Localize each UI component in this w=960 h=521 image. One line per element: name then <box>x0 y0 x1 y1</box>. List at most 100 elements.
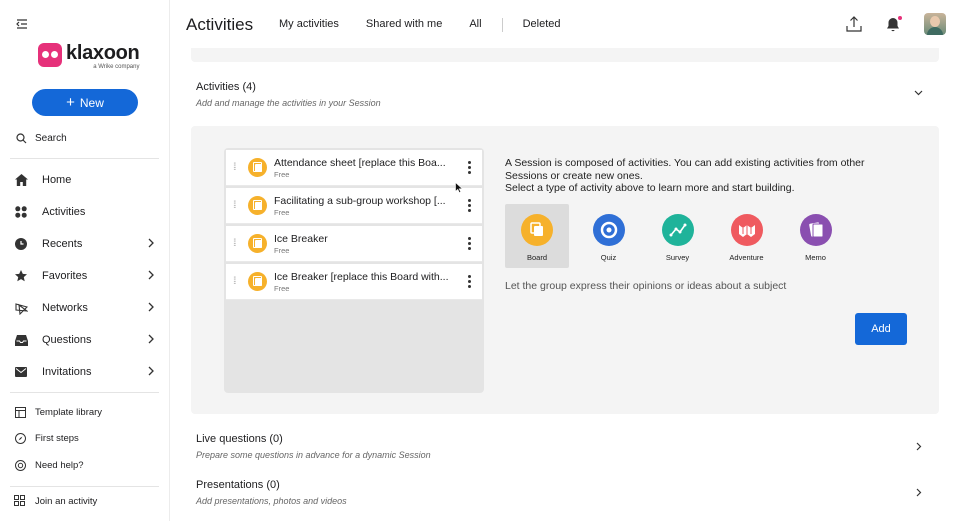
quiz-icon <box>592 214 625 246</box>
sidebar-divider <box>10 158 159 159</box>
activity-type-picker: Board Quiz Survey Adventure Memo <box>505 204 850 268</box>
section-title: Live questions (0) <box>196 433 431 445</box>
activities-panel: ⁞⁞ Attendance sheet [replace this Boa...… <box>191 126 939 414</box>
grid-icon <box>14 495 27 508</box>
sidebar-item-label: Invitations <box>42 366 92 378</box>
sidebar-divider <box>10 392 159 393</box>
board-icon <box>521 214 553 246</box>
search-label: Search <box>35 133 67 144</box>
more-options-icon[interactable] <box>460 199 478 212</box>
star-icon <box>14 269 28 283</box>
live-questions-count: (0) <box>269 433 283 445</box>
live-questions-section-header[interactable]: Live questions (0) Prepare some question… <box>196 433 431 460</box>
activity-plan: Free <box>274 245 290 255</box>
presentations-title: Presentations <box>196 479 264 491</box>
collapse-sidebar-icon[interactable] <box>15 17 29 31</box>
previous-section-bottom <box>191 48 939 62</box>
type-survey[interactable]: Survey <box>643 204 712 268</box>
logo-tagline: a Wrike company <box>93 64 140 70</box>
tab-shared-with-me[interactable]: Shared with me <box>366 18 442 32</box>
compass-icon <box>14 432 27 445</box>
presentations-section-header[interactable]: Presentations (0) Add presentations, pho… <box>196 479 347 506</box>
tab-deleted[interactable]: Deleted <box>523 18 561 32</box>
notifications-button[interactable] <box>886 15 902 32</box>
join-activity-label: Join an activity <box>35 496 98 507</box>
sidebar-item-home[interactable]: Home <box>14 164 160 196</box>
activities-section-header[interactable]: Activities (4) Add and manage the activi… <box>196 81 381 108</box>
tabs: My activities Shared with me All Deleted <box>279 18 588 32</box>
tab-separator <box>501 18 503 32</box>
search[interactable]: Search <box>16 133 67 144</box>
type-label: Board <box>526 253 547 262</box>
chevron-down-icon[interactable] <box>914 90 923 96</box>
board-icon <box>248 158 267 177</box>
top-bar: Activities My activities Shared with me … <box>170 0 960 48</box>
drag-handle-icon[interactable]: ⁞⁞ <box>233 238 243 249</box>
join-activity-link[interactable]: Join an activity <box>14 495 97 508</box>
grid-icon <box>14 205 28 219</box>
template-icon <box>14 406 27 419</box>
survey-icon <box>661 214 694 246</box>
sidebar-secondary-nav: Template library First steps Need help? <box>14 399 160 479</box>
list-item[interactable]: ⁞⁞ Ice Breaker Free <box>226 226 482 262</box>
adventure-icon <box>730 214 763 246</box>
type-label: Memo <box>805 253 826 262</box>
type-board[interactable]: Board <box>505 204 569 268</box>
network-icon <box>14 301 28 315</box>
type-adventure[interactable]: Adventure <box>712 204 781 268</box>
sidebar-item-label: Recents <box>42 238 83 250</box>
more-options-icon[interactable] <box>460 237 478 250</box>
live-questions-subtitle: Prepare some questions in advance for a … <box>196 450 431 460</box>
sidebar-item-activities[interactable]: Activities <box>14 196 160 228</box>
description-line: Select a type of activity above to learn… <box>505 182 795 194</box>
page-title: Activities <box>186 15 254 34</box>
chevron-right-icon[interactable] <box>916 488 922 497</box>
more-options-icon[interactable] <box>460 161 478 174</box>
sidebar-item-label: Networks <box>42 302 88 314</box>
type-description: Let the group express their opinions or … <box>505 280 787 292</box>
list-item[interactable]: ⁞⁞ Attendance sheet [replace this Boa...… <box>226 150 482 186</box>
sidebar-item-first-steps[interactable]: First steps <box>14 426 160 453</box>
type-memo[interactable]: Memo <box>781 204 850 268</box>
board-icon <box>248 196 267 215</box>
sidebar-item-invitations[interactable]: Invitations <box>14 356 160 388</box>
mail-icon <box>14 365 28 379</box>
add-button[interactable]: Add <box>855 313 907 345</box>
board-icon <box>248 234 267 253</box>
chevron-right-icon[interactable] <box>916 442 922 451</box>
type-label: Survey <box>665 253 690 262</box>
tab-all[interactable]: All <box>469 18 481 32</box>
list-item[interactable]: ⁞⁞ Ice Breaker [replace this Board with.… <box>226 264 482 300</box>
description-line: A Session is composed of activities. You… <box>505 157 865 169</box>
activity-title: Facilitating a sub-group workshop [... <box>274 194 446 207</box>
sidebar-item-label: Template library <box>35 406 103 418</box>
activity-title: Ice Breaker [replace this Board with... <box>274 270 449 283</box>
sidebar-item-favorites[interactable]: Favorites <box>14 260 160 292</box>
presentations-count: (0) <box>266 479 280 491</box>
notification-dot <box>898 15 902 20</box>
top-actions <box>846 13 946 35</box>
sidebar-item-template-library[interactable]: Template library <box>14 399 160 426</box>
sidebar-item-networks[interactable]: Networks <box>14 292 160 324</box>
tab-my-activities[interactable]: My activities <box>279 18 339 32</box>
export-icon[interactable] <box>846 16 862 32</box>
sidebar-item-questions[interactable]: Questions <box>14 324 160 356</box>
more-options-icon[interactable] <box>460 275 478 288</box>
avatar[interactable] <box>924 13 946 35</box>
sidebar: klaxoon a Wrike company + New Search Hom… <box>0 0 170 521</box>
chevron-right-icon <box>148 238 154 248</box>
type-quiz[interactable]: Quiz <box>574 204 643 268</box>
drag-handle-icon[interactable]: ⁞⁞ <box>233 200 243 211</box>
sidebar-item-need-help[interactable]: Need help? <box>14 452 160 479</box>
sidebar-item-recents[interactable]: Recents <box>14 228 160 260</box>
main-content: Activities (4) Add and manage the activi… <box>170 48 960 521</box>
section-title: Presentations (0) <box>196 479 347 491</box>
list-item[interactable]: ⁞⁞ Facilitating a sub-group workshop [..… <box>226 188 482 224</box>
drag-handle-icon[interactable]: ⁞⁞ <box>233 162 243 173</box>
klaxoon-logo[interactable]: klaxoon a Wrike company <box>38 43 140 70</box>
help-icon <box>14 459 27 472</box>
chevron-right-icon <box>148 302 154 312</box>
new-button[interactable]: + New <box>32 89 138 116</box>
activity-plan: Free <box>274 283 290 293</box>
drag-handle-icon[interactable]: ⁞⁞ <box>233 276 243 287</box>
